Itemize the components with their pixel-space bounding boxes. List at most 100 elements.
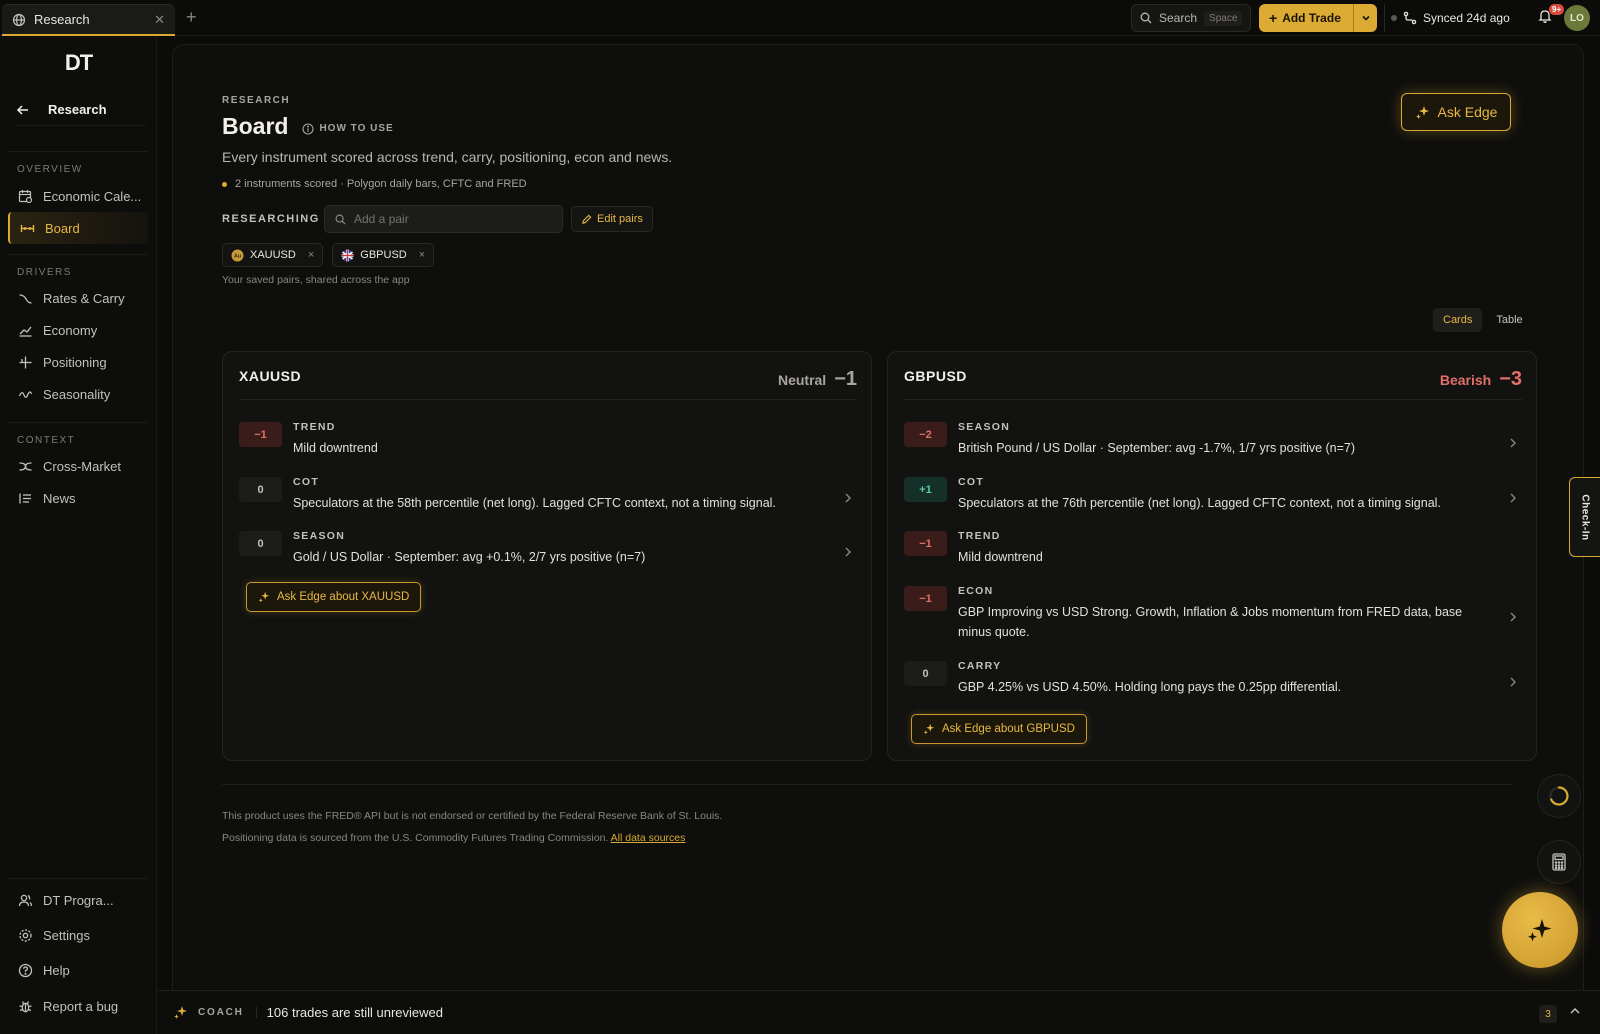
calendar-icon	[18, 189, 33, 204]
pair-chip-xauusd[interactable]: Au XAUUSD ×	[222, 243, 324, 267]
card-header: XAUUSD Neutral −1	[239, 368, 857, 400]
close-icon[interactable]: ✕	[154, 12, 165, 28]
add-pair-field[interactable]	[324, 205, 563, 233]
all-data-sources-link[interactable]: All data sources	[611, 832, 686, 844]
section-drivers: DRIVERS	[17, 267, 72, 278]
sparkle-icon	[173, 1005, 188, 1020]
sidebar-item-news[interactable]: News	[8, 482, 148, 514]
pair-chip-gbpusd[interactable]: GBPUSD ×	[332, 243, 435, 267]
positioning-icon	[18, 355, 33, 370]
search-icon	[335, 214, 346, 225]
sync-status[interactable]: Synced 24d ago	[1384, 4, 1519, 32]
loading-button[interactable]	[1537, 774, 1581, 818]
user-icon	[18, 893, 33, 908]
saved-pairs-note: Your saved pairs, shared across the app	[222, 274, 410, 286]
view-toggle: Cards Table	[1433, 308, 1533, 332]
chip-label: XAUUSD	[250, 249, 296, 261]
remove-chip-icon[interactable]: ×	[308, 249, 314, 261]
view-cards-button[interactable]: Cards	[1433, 308, 1483, 332]
factor-row[interactable]: 0 SEASON Gold / US Dollar · September: a…	[239, 530, 857, 567]
chevron-right-icon[interactable]	[1504, 666, 1522, 697]
coach-bar[interactable]: COACH 106 trades are still unreviewed 3	[157, 990, 1600, 1034]
factor-desc: Speculators at the 58th percentile (net …	[293, 496, 776, 510]
how-to-use-link[interactable]: HOW TO USE	[302, 119, 393, 135]
sidebar-item-economic-calendar[interactable]: Economic Cale...	[8, 180, 148, 212]
sidebar-item-seasonality[interactable]: Seasonality	[8, 378, 148, 410]
back-to-research[interactable]: Research	[16, 94, 146, 126]
sync-icon	[1403, 11, 1417, 25]
divider	[222, 784, 1512, 785]
chevron-right-icon[interactable]	[839, 482, 857, 513]
logo[interactable]: DT	[0, 50, 157, 76]
chevron-right-icon[interactable]	[1504, 482, 1522, 513]
edit-pairs-button[interactable]: Edit pairs	[571, 206, 653, 232]
tab-research[interactable]: Research ✕	[2, 4, 175, 36]
arrow-left-icon	[16, 103, 30, 117]
sidebar-item-report-bug[interactable]: Report a bug	[8, 990, 148, 1022]
sidebar-item-economy[interactable]: Economy	[8, 314, 148, 346]
sidebar-item-label: Board	[45, 220, 80, 236]
disclaimer-fred: This product uses the FRED® API but is n…	[222, 810, 723, 822]
rates-icon	[18, 291, 33, 306]
card-stance: Bearish	[1439, 372, 1492, 388]
page-title: Board	[222, 113, 289, 139]
help-icon	[18, 963, 33, 978]
sparkle-icon	[1415, 105, 1430, 120]
ai-assistant-fab[interactable]	[1502, 892, 1578, 968]
top-bar: Research ✕ + Search Space + Add Trade Sy…	[0, 0, 1600, 36]
factor-row[interactable]: −2 SEASON British Pound / US Dollar · Se…	[904, 421, 1522, 458]
sidebar-item-rates-carry[interactable]: Rates & Carry	[8, 282, 148, 314]
factor-row[interactable]: −1 ECON GBP Improving vs USD Strong. Gro…	[904, 585, 1522, 642]
sidebar-item-positioning[interactable]: Positioning	[8, 346, 148, 378]
calculator-button[interactable]	[1537, 840, 1581, 884]
chevron-right-icon[interactable]	[839, 536, 857, 567]
add-trade-label: Add Trade	[1282, 11, 1341, 25]
data-disclaimer: This product uses the FRED® API but is n…	[222, 805, 722, 849]
factor-row[interactable]: 0 COT Speculators at the 58th percentile…	[239, 476, 857, 513]
disclaimer-cftc: Positioning data is sourced from the U.S…	[222, 832, 609, 844]
scored-meta: 2 instruments scored · Polygon daily bar…	[222, 178, 527, 190]
ask-edge-xauusd-button[interactable]: Ask Edge about XAUUSD	[246, 582, 422, 612]
add-trade-dropdown[interactable]	[1353, 4, 1377, 32]
card-overall-score: Neutral −1	[778, 368, 857, 391]
chip-label: GBPUSD	[360, 249, 407, 261]
news-icon	[18, 491, 33, 506]
card-symbol: GBPUSD	[904, 368, 967, 384]
factor-row[interactable]: +1 COT Speculators at the 76th percentil…	[904, 476, 1522, 513]
section-context: CONTEXT	[17, 435, 76, 446]
search-shortcut: Space	[1204, 10, 1243, 26]
factor-row[interactable]: 0 CARRY GBP 4.25% vs USD 4.50%. Holding …	[904, 660, 1522, 697]
sidebar-item-board[interactable]: Board	[8, 212, 148, 244]
factor-name: CARRY	[958, 660, 1002, 672]
coach-count-badge: 3	[1539, 1005, 1557, 1023]
search-button[interactable]: Search Space	[1131, 4, 1251, 32]
search-icon	[1140, 12, 1152, 24]
remove-chip-icon[interactable]: ×	[419, 249, 425, 261]
chevron-up-icon[interactable]	[1569, 1005, 1581, 1017]
add-pair-input[interactable]	[354, 212, 534, 226]
notifications-button[interactable]: 9+	[1537, 4, 1565, 24]
researching-row: RESEARCHING Edit pairs	[222, 205, 653, 233]
chevron-right-icon[interactable]	[1504, 427, 1522, 458]
sidebar-item-label: Rates & Carry	[43, 290, 125, 306]
sidebar-item-program[interactable]: DT Progra...	[8, 884, 148, 916]
sidebar-item-label: News	[43, 490, 76, 506]
sidebar-item-help[interactable]: Help	[8, 954, 148, 986]
chevron-right-icon[interactable]	[1504, 591, 1522, 642]
title-row: Board HOW TO USE	[222, 113, 394, 140]
factor-score: 0	[904, 661, 947, 686]
factor-score: 0	[239, 531, 282, 556]
chevron-down-icon	[1361, 13, 1371, 23]
sparkle-icon	[258, 591, 270, 603]
view-table-button[interactable]: Table	[1486, 308, 1532, 332]
avatar[interactable]: LO	[1564, 5, 1590, 31]
ask-edge-button[interactable]: Ask Edge	[1401, 93, 1511, 131]
sidebar-item-settings[interactable]: Settings	[8, 919, 148, 951]
add-trade-button[interactable]: + Add Trade	[1259, 4, 1377, 32]
ask-edge-gbpusd-button[interactable]: Ask Edge about GBPUSD	[911, 714, 1087, 744]
check-in-tab[interactable]: Check-In	[1569, 477, 1600, 557]
ask-edge-label: Ask Edge about XAUUSD	[277, 591, 410, 603]
divider	[8, 254, 148, 255]
plus-icon[interactable]: +	[186, 8, 197, 26]
sidebar-item-cross-market[interactable]: Cross-Market	[8, 450, 148, 482]
